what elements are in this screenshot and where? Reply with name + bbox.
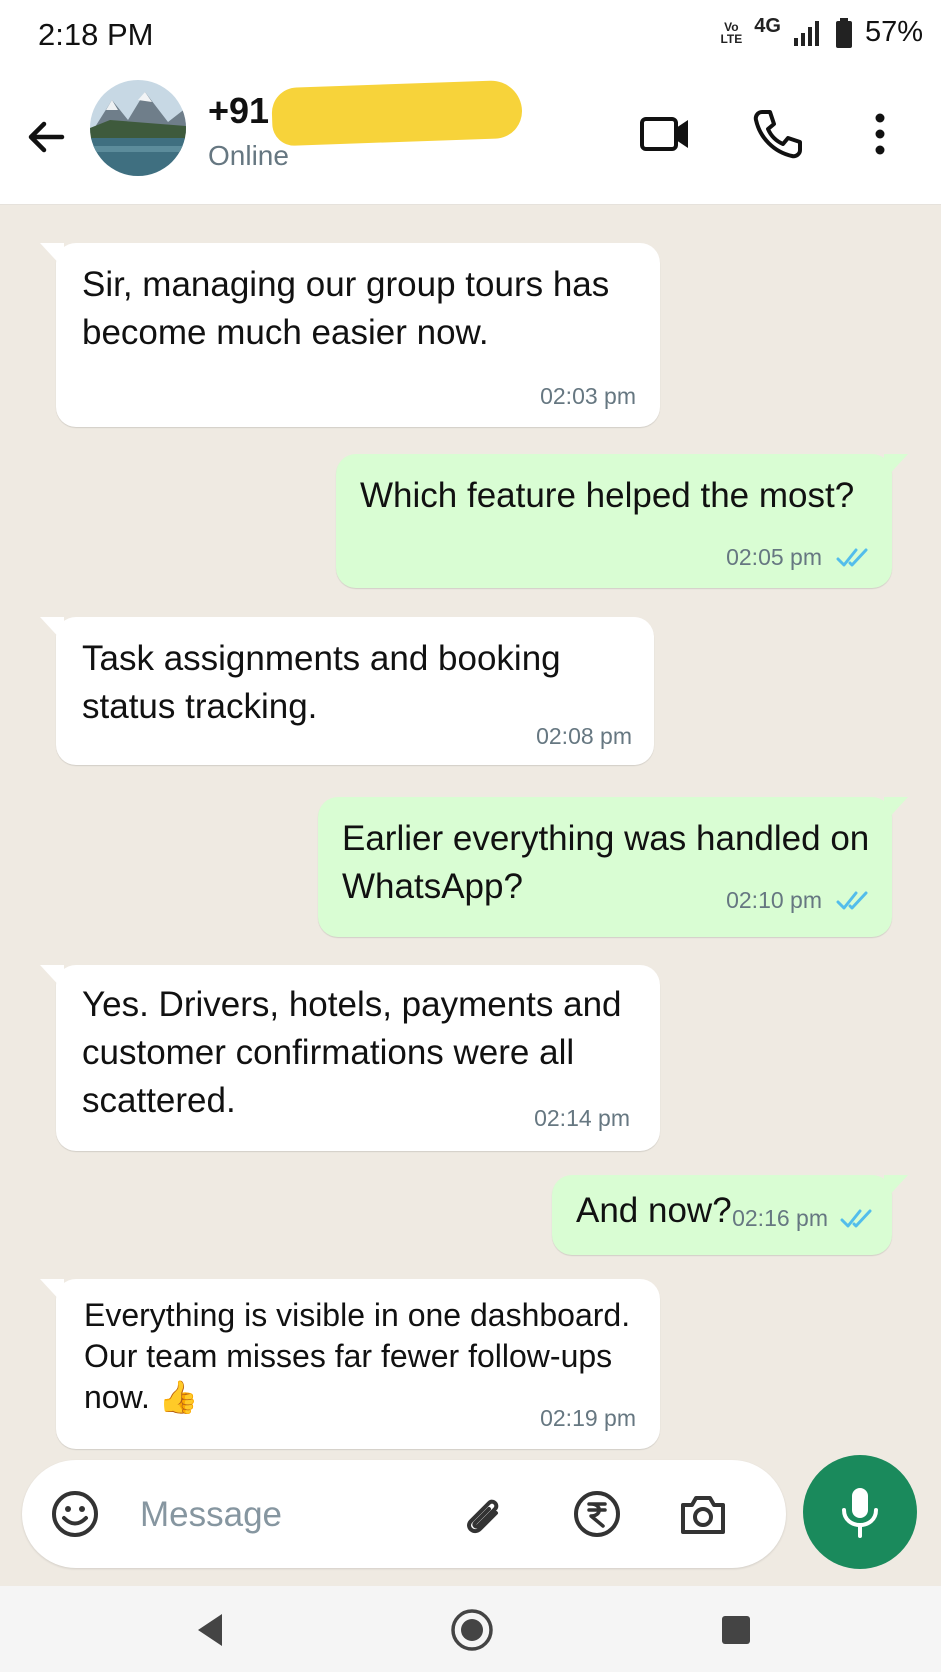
system-navigation-bar [0,1586,941,1672]
message-text: Which feature helped the most? [360,476,855,515]
message-text: Yes. Drivers, hotels, payments and [82,985,622,1024]
message-outgoing[interactable]: Earlier everything was handled on WhatsA… [318,797,908,937]
status-time: 2:18 PM [38,17,154,52]
message-text: And now? [576,1191,732,1230]
battery-percentage: 57% [864,16,923,48]
read-ticks-icon [836,548,868,567]
nav-back-icon[interactable] [188,1606,236,1654]
contact-status: Online [208,140,289,171]
message-incoming[interactable]: Sir, managing our group tours has become… [40,243,660,427]
video-call-icon[interactable] [636,104,696,164]
contact-name[interactable]: +91 [208,90,269,132]
message-text: customer confirmations were all [82,1033,575,1072]
message-time: 02:14 pm [534,1105,630,1131]
bubble-tail [40,1279,64,1305]
bubble-tail [40,965,64,991]
message-text: Task assignments and booking [82,639,561,678]
attach-icon[interactable] [456,1487,510,1541]
volte-indicator: Vo LTE [720,19,743,46]
chat-area[interactable]: Sir, managing our group tours has become… [0,205,941,1585]
message-text: Sir, managing our group tours has [82,265,610,304]
message-outgoing[interactable]: Which feature helped the most? 02:05 pm [336,454,908,588]
signal-icon [793,20,819,46]
message-time: 02:05 pm [726,544,822,570]
message-incoming[interactable]: Yes. Drivers, hotels, payments and custo… [40,965,660,1151]
bubble-tail [884,1175,908,1201]
message-incoming[interactable]: Task assignments and booking status trac… [40,617,654,765]
message-input[interactable] [138,1486,442,1544]
bubble-tail [884,454,908,480]
battery-icon [835,17,852,48]
more-options-icon[interactable] [850,104,910,164]
avatar-landscape-image [90,80,186,176]
message-time: 02:16 pm [732,1205,828,1231]
camera-icon[interactable] [676,1487,730,1541]
bubble-tail [884,797,908,823]
status-indicators: Vo LTE 4G 57% [720,15,923,49]
voice-call-icon[interactable] [748,104,808,164]
chat-header: +91 Online [0,70,941,205]
mic-button[interactable] [803,1455,917,1569]
message-text: Everything is visible in one dashboard. [84,1297,631,1333]
read-ticks-icon [840,1209,872,1228]
message-composer [22,1460,786,1568]
bubble-tail [40,617,64,643]
message-text: become much easier now. [82,313,489,352]
message-outgoing[interactable]: And now? 02:16 pm [552,1175,908,1255]
message-text: Earlier everything was handled on [342,819,870,858]
back-arrow-icon[interactable] [22,112,72,162]
redaction-mark [271,79,523,147]
message-time: 02:08 pm [536,723,632,749]
bubble-tail [40,243,64,269]
message-text: status tracking. [82,687,318,726]
message-time: 02:03 pm [540,383,636,409]
emoji-icon[interactable] [48,1487,102,1541]
nav-recents-icon[interactable] [712,1606,760,1654]
message-time: 02:10 pm [726,887,822,913]
nav-home-icon[interactable] [448,1606,496,1654]
status-bar: 2:18 PM Vo LTE 4G 57% [0,0,941,70]
rupee-payment-icon[interactable] [570,1487,624,1541]
avatar[interactable] [90,80,186,176]
message-text: Our team misses far fewer follow-ups [84,1338,613,1374]
network-type: 4G [754,15,781,37]
mic-icon [842,1488,878,1538]
read-ticks-icon [836,891,868,910]
message-incoming[interactable]: Everything is visible in one dashboard. … [40,1279,660,1449]
message-time: 02:19 pm [540,1405,636,1431]
